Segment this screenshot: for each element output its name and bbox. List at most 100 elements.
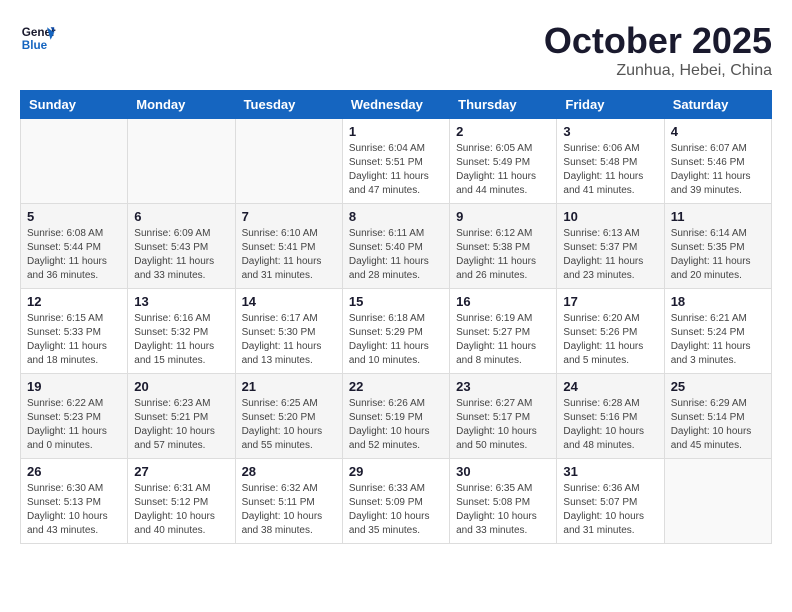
day-info: Sunrise: 6:27 AMSunset: 5:17 PMDaylight:… [456, 397, 550, 453]
calendar-cell: 26Sunrise: 6:30 AMSunset: 5:13 PMDayligh… [21, 459, 128, 544]
day-number: 10 [563, 209, 657, 224]
day-info: Sunrise: 6:18 AMSunset: 5:29 PMDaylight:… [349, 312, 443, 368]
day-info: Sunrise: 6:30 AMSunset: 5:13 PMDaylight:… [27, 482, 121, 538]
day-info: Sunrise: 6:35 AMSunset: 5:08 PMDaylight:… [456, 482, 550, 538]
day-info: Sunrise: 6:16 AMSunset: 5:32 PMDaylight:… [134, 312, 228, 368]
calendar-cell: 15 Sunrise: 6:18 AMSunset: 5:29 PMDayligh… [342, 289, 449, 374]
calendar-cell: 27 Sunrise: 6:31 AMSunset: 5:12 PMDayligh… [128, 459, 235, 544]
calendar-cell: 20 Sunrise: 6:23 AMSunset: 5:21 PMDayligh… [128, 374, 235, 459]
day-number: 24 [563, 379, 657, 394]
day-info: Sunrise: 6:15 AMSunset: 5:33 PMDaylight:… [27, 312, 121, 368]
calendar-cell: 10 Sunrise: 6:13 AMSunset: 5:37 PMDayligh… [557, 204, 664, 289]
location-subtitle: Zunhua, Hebei, China [544, 62, 772, 80]
calendar-cell: 23 Sunrise: 6:27 AMSunset: 5:17 PMDayligh… [450, 374, 557, 459]
day-number: 31 [563, 464, 657, 479]
day-info: Sunrise: 6:06 AMSunset: 5:48 PMDaylight:… [563, 142, 657, 198]
day-number: 11 [671, 209, 765, 224]
calendar-cell [21, 119, 128, 204]
calendar-week-row: 12 Sunrise: 6:15 AMSunset: 5:33 PMDayligh… [21, 289, 772, 374]
day-info: Sunrise: 6:23 AMSunset: 5:21 PMDaylight:… [134, 397, 228, 453]
day-number: 25 [671, 379, 765, 394]
day-info: Sunrise: 6:32 AMSunset: 5:11 PMDaylight:… [242, 482, 336, 538]
calendar-cell: 16 Sunrise: 6:19 AMSunset: 5:27 PMDayligh… [450, 289, 557, 374]
calendar-cell: 28Sunrise: 6:32 AMSunset: 5:11 PMDayligh… [235, 459, 342, 544]
calendar-cell: 25 Sunrise: 6:29 AMSunset: 5:14 PMDayligh… [664, 374, 771, 459]
logo: General Blue [20, 20, 56, 56]
day-info: Sunrise: 6:36 AMSunset: 5:07 PMDaylight:… [563, 482, 657, 538]
day-number: 19 [27, 379, 121, 394]
day-info: Sunrise: 6:17 AMSunset: 5:30 PMDaylight:… [242, 312, 336, 368]
calendar-cell [128, 119, 235, 204]
calendar-week-row: 19 Sunrise: 6:22 AMSunset: 5:23 PMDayligh… [21, 374, 772, 459]
day-number: 20 [134, 379, 228, 394]
calendar-cell: 13 Sunrise: 6:16 AMSunset: 5:32 PMDayligh… [128, 289, 235, 374]
day-number: 5 [27, 209, 121, 224]
day-number: 13 [134, 294, 228, 309]
day-info: Sunrise: 6:19 AMSunset: 5:27 PMDaylight:… [456, 312, 550, 368]
calendar-cell: 21Sunrise: 6:25 AMSunset: 5:20 PMDayligh… [235, 374, 342, 459]
day-info: Sunrise: 6:22 AMSunset: 5:23 PMDaylight:… [27, 397, 121, 453]
weekday-header-tuesday: Tuesday [235, 91, 342, 119]
calendar-cell: 31 Sunrise: 6:36 AMSunset: 5:07 PMDayligh… [557, 459, 664, 544]
day-number: 23 [456, 379, 550, 394]
day-info: Sunrise: 6:05 AMSunset: 5:49 PMDaylight:… [456, 142, 550, 198]
day-info: Sunrise: 6:33 AMSunset: 5:09 PMDaylight:… [349, 482, 443, 538]
weekday-header-saturday: Saturday [664, 91, 771, 119]
day-number: 16 [456, 294, 550, 309]
day-number: 7 [242, 209, 336, 224]
weekday-header-sunday: Sunday [21, 91, 128, 119]
calendar-cell: 7 Sunrise: 6:10 AMSunset: 5:41 PMDaylight… [235, 204, 342, 289]
calendar-cell: 3 Sunrise: 6:06 AMSunset: 5:48 PMDaylight… [557, 119, 664, 204]
day-info: Sunrise: 6:08 AMSunset: 5:44 PMDaylight:… [27, 227, 121, 283]
calendar-week-row: 26Sunrise: 6:30 AMSunset: 5:13 PMDayligh… [21, 459, 772, 544]
day-info: Sunrise: 6:11 AMSunset: 5:40 PMDaylight:… [349, 227, 443, 283]
month-title: October 2025 [544, 20, 772, 62]
calendar-cell: 5 Sunrise: 6:08 AMSunset: 5:44 PMDaylight… [21, 204, 128, 289]
day-number: 6 [134, 209, 228, 224]
day-number: 12 [27, 294, 121, 309]
calendar-cell: 1 Sunrise: 6:04 AMSunset: 5:51 PMDaylight… [342, 119, 449, 204]
day-number: 22 [349, 379, 443, 394]
calendar-cell: 11 Sunrise: 6:14 AMSunset: 5:35 PMDayligh… [664, 204, 771, 289]
day-info: Sunrise: 6:07 AMSunset: 5:46 PMDaylight:… [671, 142, 765, 198]
day-number: 8 [349, 209, 443, 224]
calendar-cell: 8 Sunrise: 6:11 AMSunset: 5:40 PMDaylight… [342, 204, 449, 289]
day-number: 27 [134, 464, 228, 479]
day-info: Sunrise: 6:31 AMSunset: 5:12 PMDaylight:… [134, 482, 228, 538]
svg-text:Blue: Blue [22, 39, 48, 52]
day-info: Sunrise: 6:04 AMSunset: 5:51 PMDaylight:… [349, 142, 443, 198]
day-number: 18 [671, 294, 765, 309]
day-number: 3 [563, 124, 657, 139]
calendar-cell [664, 459, 771, 544]
day-info: Sunrise: 6:13 AMSunset: 5:37 PMDaylight:… [563, 227, 657, 283]
day-number: 14 [242, 294, 336, 309]
calendar-cell: 2Sunrise: 6:05 AMSunset: 5:49 PMDaylight… [450, 119, 557, 204]
calendar-week-row: 1 Sunrise: 6:04 AMSunset: 5:51 PMDaylight… [21, 119, 772, 204]
day-info: Sunrise: 6:28 AMSunset: 5:16 PMDaylight:… [563, 397, 657, 453]
day-number: 29 [349, 464, 443, 479]
day-info: Sunrise: 6:26 AMSunset: 5:19 PMDaylight:… [349, 397, 443, 453]
day-info: Sunrise: 6:20 AMSunset: 5:26 PMDaylight:… [563, 312, 657, 368]
calendar-cell: 19 Sunrise: 6:22 AMSunset: 5:23 PMDayligh… [21, 374, 128, 459]
logo-icon: General Blue [20, 20, 56, 56]
weekday-header-friday: Friday [557, 91, 664, 119]
day-number: 1 [349, 124, 443, 139]
calendar-week-row: 5 Sunrise: 6:08 AMSunset: 5:44 PMDaylight… [21, 204, 772, 289]
header: General Blue October 2025 Zunhua, Hebei,… [20, 20, 772, 80]
day-info: Sunrise: 6:14 AMSunset: 5:35 PMDaylight:… [671, 227, 765, 283]
day-number: 4 [671, 124, 765, 139]
calendar-cell: 18Sunrise: 6:21 AMSunset: 5:24 PMDayligh… [664, 289, 771, 374]
calendar-cell: 29 Sunrise: 6:33 AMSunset: 5:09 PMDayligh… [342, 459, 449, 544]
weekday-header-monday: Monday [128, 91, 235, 119]
day-info: Sunrise: 6:10 AMSunset: 5:41 PMDaylight:… [242, 227, 336, 283]
calendar-cell: 9Sunrise: 6:12 AMSunset: 5:38 PMDaylight… [450, 204, 557, 289]
day-number: 17 [563, 294, 657, 309]
day-info: Sunrise: 6:25 AMSunset: 5:20 PMDaylight:… [242, 397, 336, 453]
day-number: 30 [456, 464, 550, 479]
calendar-cell: 17 Sunrise: 6:20 AMSunset: 5:26 PMDayligh… [557, 289, 664, 374]
day-number: 15 [349, 294, 443, 309]
day-info: Sunrise: 6:29 AMSunset: 5:14 PMDaylight:… [671, 397, 765, 453]
title-area: October 2025 Zunhua, Hebei, China [544, 20, 772, 80]
calendar-cell: 30 Sunrise: 6:35 AMSunset: 5:08 PMDayligh… [450, 459, 557, 544]
calendar-cell: 6Sunrise: 6:09 AMSunset: 5:43 PMDaylight… [128, 204, 235, 289]
